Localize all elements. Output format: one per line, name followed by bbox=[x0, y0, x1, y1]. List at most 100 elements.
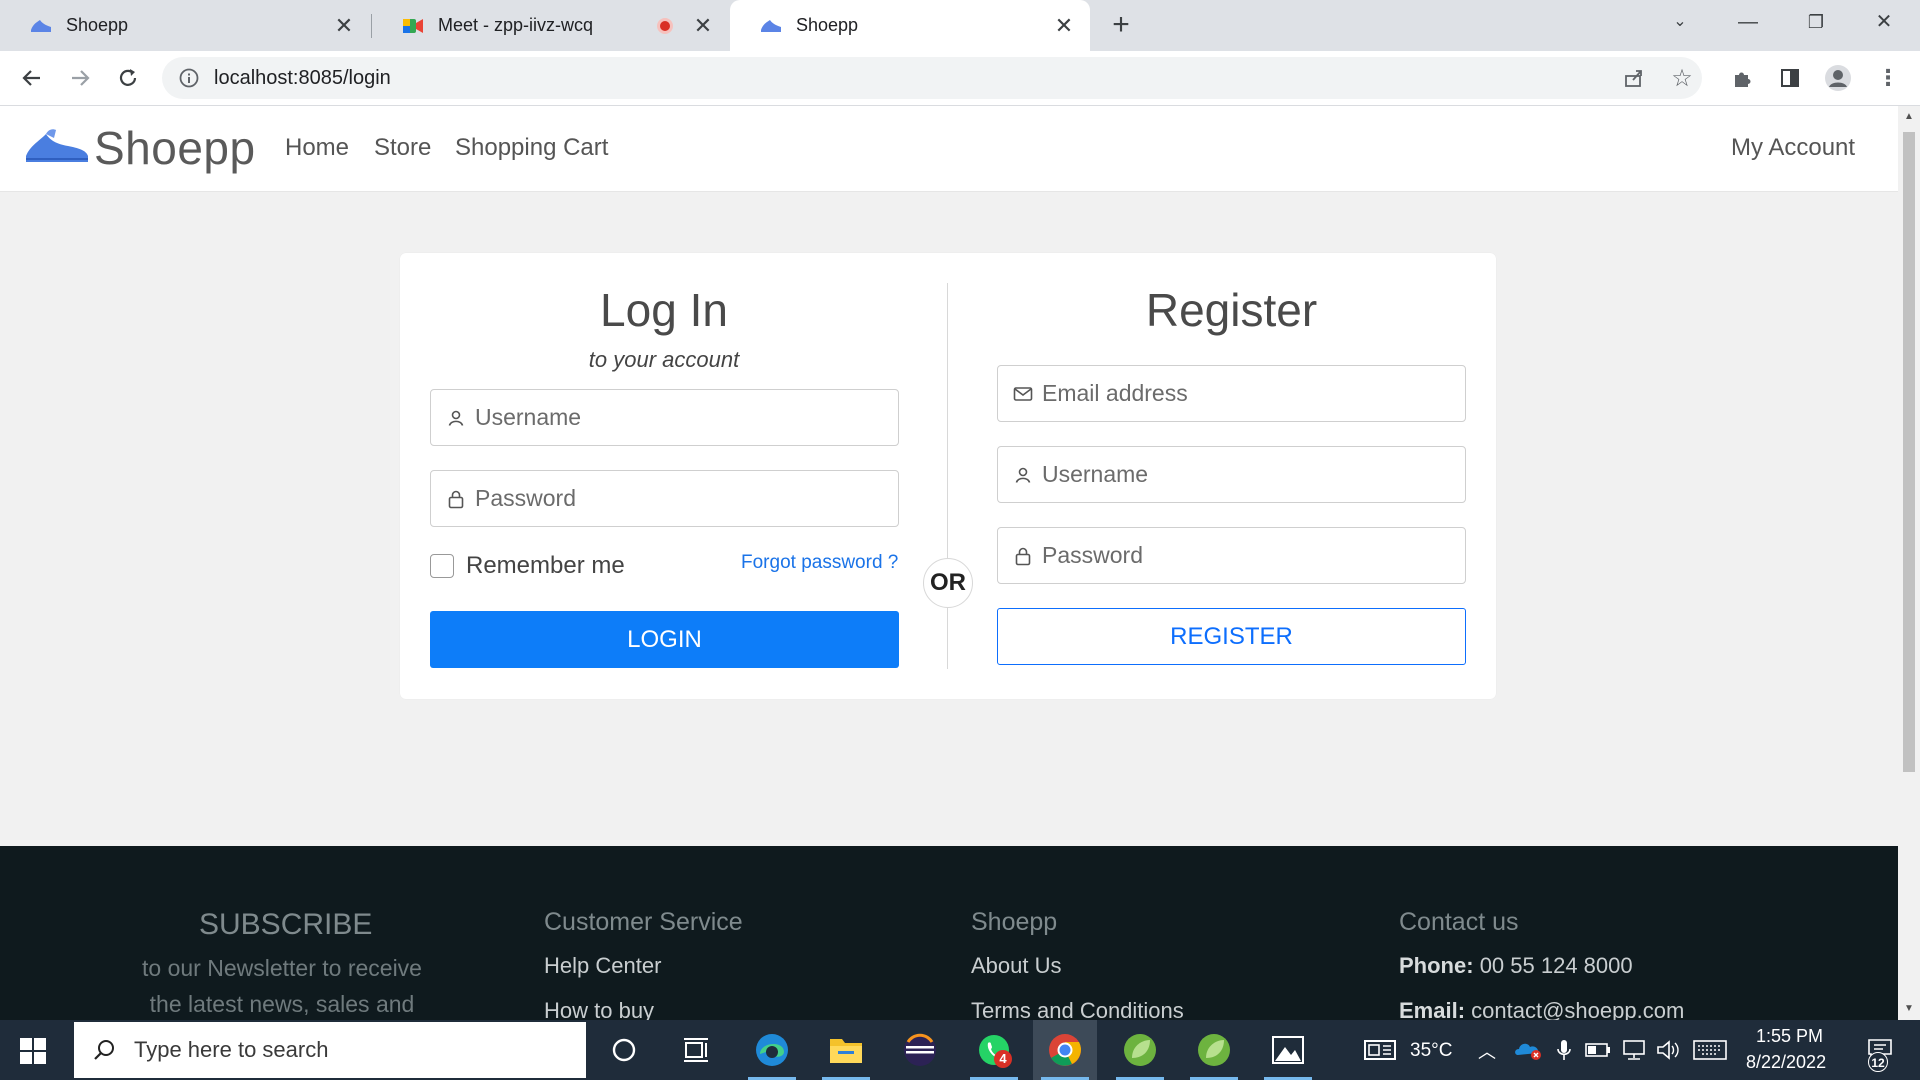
volume-icon[interactable] bbox=[1648, 1030, 1688, 1070]
lock-icon bbox=[1012, 545, 1034, 567]
keyboard-icon[interactable] bbox=[1690, 1030, 1730, 1070]
register-username-input[interactable] bbox=[1042, 461, 1439, 488]
auth-card: Log In to your account Remember me Forgo… bbox=[400, 253, 1496, 699]
scroll-down-arrow-icon[interactable]: ▼ bbox=[1902, 1002, 1916, 1016]
reload-icon[interactable] bbox=[110, 60, 146, 96]
spring-tool-suite-2-icon[interactable] bbox=[1194, 1030, 1234, 1070]
tab-search-icon[interactable]: ⌄ bbox=[1650, 0, 1710, 44]
temperature-text[interactable]: 35°C bbox=[1410, 1040, 1452, 1062]
forward-icon[interactable] bbox=[62, 60, 98, 96]
footer-subscribe-text-1: to our Newsletter to receive bbox=[142, 955, 422, 981]
tab-title: Meet - zpp-iivz-wcq bbox=[438, 15, 594, 35]
scroll-up-arrow-icon[interactable]: ▲ bbox=[1902, 110, 1916, 124]
phone-value: 00 55 124 8000 bbox=[1479, 953, 1633, 978]
register-username-field[interactable] bbox=[997, 446, 1466, 503]
scrollbar-thumb[interactable] bbox=[1903, 132, 1915, 772]
lock-icon bbox=[445, 488, 467, 510]
login-password-field[interactable] bbox=[430, 470, 899, 527]
restore-icon[interactable]: ❐ bbox=[1786, 0, 1846, 44]
url-text: localhost:8085/login bbox=[214, 66, 391, 89]
site-info-icon[interactable] bbox=[178, 67, 200, 89]
browser-menu-icon[interactable]: ⋮ bbox=[1870, 60, 1906, 96]
close-tab-icon[interactable]: ✕ bbox=[1052, 13, 1076, 38]
browser-tab[interactable]: Shoepp ✕ bbox=[0, 0, 370, 51]
footer-contact-title: Contact us bbox=[1399, 908, 1519, 936]
forgot-password-link[interactable]: Forgot password ? bbox=[741, 552, 898, 574]
login-subtitle: to your account bbox=[588, 347, 740, 372]
browser-tab-active[interactable]: Shoepp ✕ bbox=[730, 0, 1090, 51]
share-icon[interactable] bbox=[1616, 60, 1652, 96]
user-icon bbox=[1012, 464, 1034, 486]
register-password-field[interactable] bbox=[997, 527, 1466, 584]
login-username-input[interactable] bbox=[475, 404, 872, 431]
nav-shopping-cart[interactable]: Shopping Cart bbox=[455, 134, 608, 162]
new-tab-button[interactable]: + bbox=[1105, 10, 1137, 42]
task-view-icon[interactable] bbox=[676, 1030, 716, 1070]
footer-link-help-center[interactable]: Help Center bbox=[544, 953, 661, 979]
or-badge: OR bbox=[923, 558, 973, 608]
clock-time[interactable]: 1:55 PM bbox=[1756, 1026, 1823, 1047]
cortana-icon[interactable] bbox=[604, 1030, 644, 1070]
page-viewport: Shoepp Home Store Shopping Cart My Accou… bbox=[0, 106, 1898, 1020]
close-tab-icon[interactable]: ✕ bbox=[691, 13, 715, 38]
search-icon bbox=[92, 1038, 116, 1062]
browser-tab[interactable]: Meet - zpp-iivz-wcq ✕ bbox=[372, 0, 729, 51]
phone-label: Phone: bbox=[1399, 953, 1474, 978]
footer-subscribe-title: SUBSCRIBE bbox=[199, 908, 373, 941]
back-icon[interactable] bbox=[14, 60, 50, 96]
browser-tab-strip: Shoepp ✕ Meet - zpp-iivz-wcq ✕ Shoepp ✕ … bbox=[0, 0, 1920, 51]
register-button[interactable]: REGISTER bbox=[997, 608, 1466, 665]
remember-me-label: Remember me bbox=[466, 552, 625, 579]
site-footer: SUBSCRIBE to our Newsletter to receive t… bbox=[0, 846, 1898, 1020]
email-label: Email: bbox=[1399, 998, 1466, 1020]
footer-link-terms[interactable]: Terms and Conditions bbox=[971, 998, 1184, 1020]
bookmark-star-icon[interactable]: ☆ bbox=[1664, 60, 1700, 96]
remember-me-checkbox[interactable] bbox=[430, 554, 454, 578]
eclipse-ide-icon[interactable] bbox=[900, 1030, 940, 1070]
recording-icon bbox=[657, 17, 673, 34]
nav-store[interactable]: Store bbox=[374, 134, 431, 162]
brand-logo[interactable]: Shoepp bbox=[24, 121, 256, 175]
tab-title: Shoepp bbox=[66, 15, 129, 35]
side-panel-icon[interactable] bbox=[1772, 60, 1808, 96]
show-hidden-icons-icon[interactable]: ︿ bbox=[1478, 1038, 1496, 1064]
battery-icon[interactable] bbox=[1578, 1030, 1618, 1070]
page-scrollbar[interactable]: ▲ ▼ bbox=[1898, 106, 1920, 1020]
login-username-field[interactable] bbox=[430, 389, 899, 446]
file-explorer-icon[interactable] bbox=[826, 1030, 866, 1070]
shoe-icon bbox=[760, 15, 782, 37]
footer-subscribe-text-2: the latest news, sales and bbox=[149, 991, 415, 1017]
brand-name: Shoepp bbox=[94, 122, 256, 174]
spring-tool-suite-icon[interactable] bbox=[1120, 1030, 1160, 1070]
taskbar-search-input[interactable] bbox=[134, 1037, 554, 1063]
notification-count-badge: 12 bbox=[1868, 1052, 1888, 1072]
close-tab-icon[interactable]: ✕ bbox=[332, 13, 356, 38]
profile-avatar-icon[interactable] bbox=[1820, 60, 1856, 96]
edge-browser-icon[interactable] bbox=[752, 1030, 792, 1070]
login-password-input[interactable] bbox=[475, 485, 872, 512]
footer-link-how-to-buy[interactable]: How to buy bbox=[544, 998, 654, 1020]
minimize-icon[interactable]: — bbox=[1718, 0, 1778, 44]
shoe-icon bbox=[30, 15, 52, 37]
weather-news-icon[interactable] bbox=[1360, 1030, 1400, 1070]
address-bar[interactable]: localhost:8085/login bbox=[162, 57, 1702, 99]
register-email-field[interactable] bbox=[997, 365, 1466, 422]
windows-taskbar: 4 35°C ︿ 1:55 PM 8/22/2022 12 bbox=[0, 1020, 1920, 1080]
nav-home[interactable]: Home bbox=[285, 134, 349, 162]
clock-date[interactable]: 8/22/2022 bbox=[1746, 1052, 1826, 1073]
google-meet-icon bbox=[402, 15, 424, 37]
login-button[interactable]: LOGIN bbox=[430, 611, 899, 668]
window-close-icon[interactable]: ✕ bbox=[1854, 0, 1914, 44]
photos-icon[interactable] bbox=[1268, 1030, 1308, 1070]
footer-shoepp-title: Shoepp bbox=[971, 908, 1058, 936]
taskbar-search-box[interactable] bbox=[74, 1022, 586, 1078]
footer-link-about-us[interactable]: About Us bbox=[971, 953, 1062, 979]
extensions-icon[interactable] bbox=[1724, 60, 1760, 96]
nav-my-account[interactable]: My Account bbox=[1731, 134, 1855, 162]
onedrive-icon[interactable] bbox=[1508, 1030, 1548, 1070]
email-value[interactable]: contact@shoepp.com bbox=[1471, 998, 1684, 1020]
windows-start-icon[interactable] bbox=[20, 1038, 46, 1064]
register-password-input[interactable] bbox=[1042, 542, 1439, 569]
register-email-input[interactable] bbox=[1042, 380, 1439, 407]
chrome-icon[interactable] bbox=[1045, 1030, 1085, 1070]
